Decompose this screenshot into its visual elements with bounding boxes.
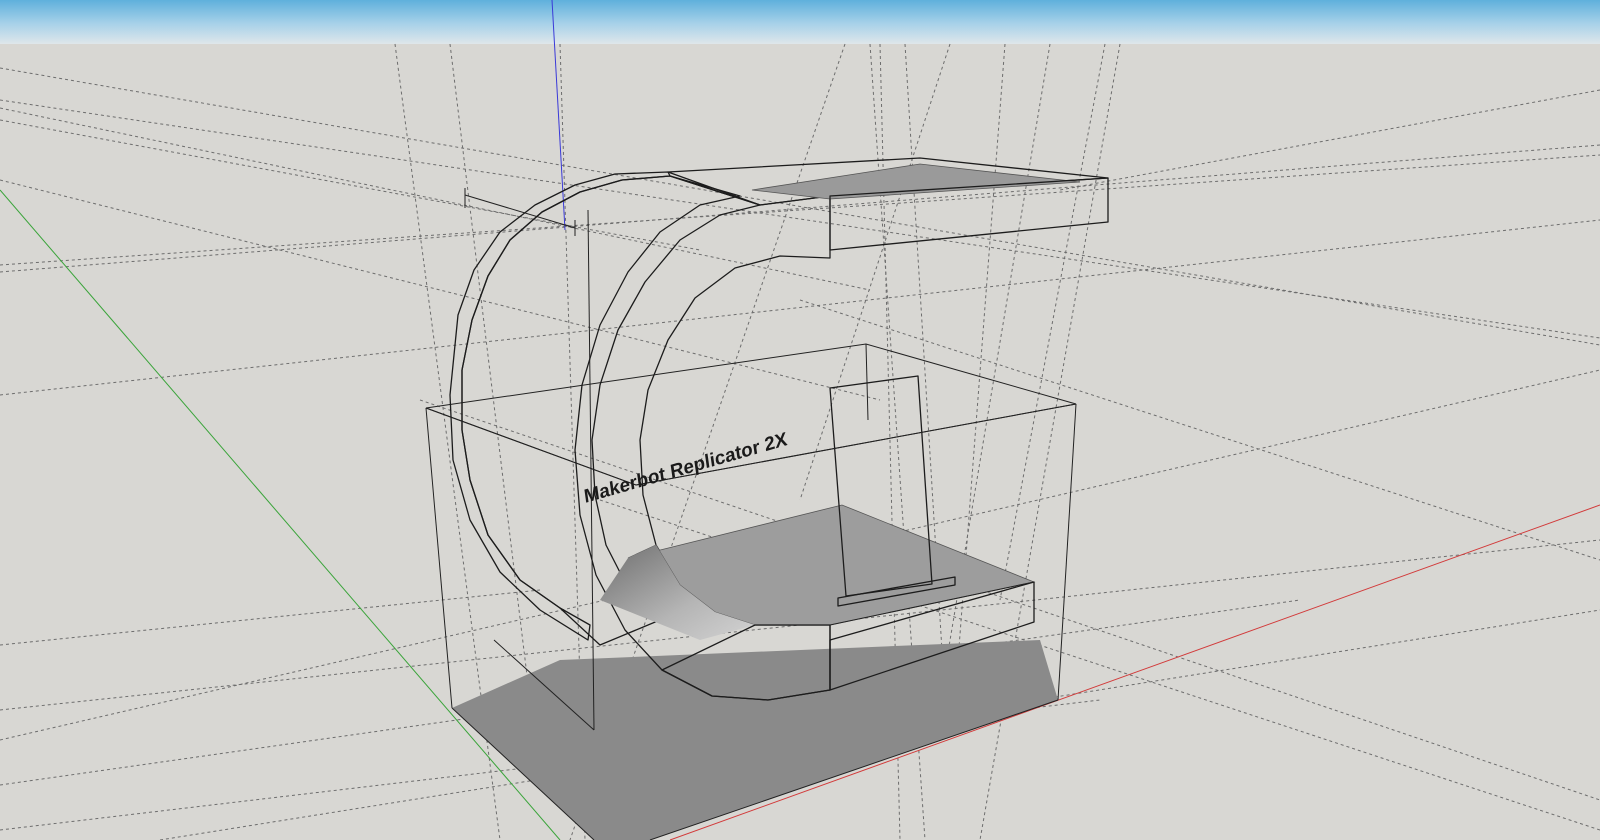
model-canvas[interactable]: Makerbot Replicator 2X [0, 0, 1600, 840]
sky [0, 0, 1600, 44]
sketchup-viewport[interactable]: Makerbot Replicator 2X [0, 0, 1600, 840]
